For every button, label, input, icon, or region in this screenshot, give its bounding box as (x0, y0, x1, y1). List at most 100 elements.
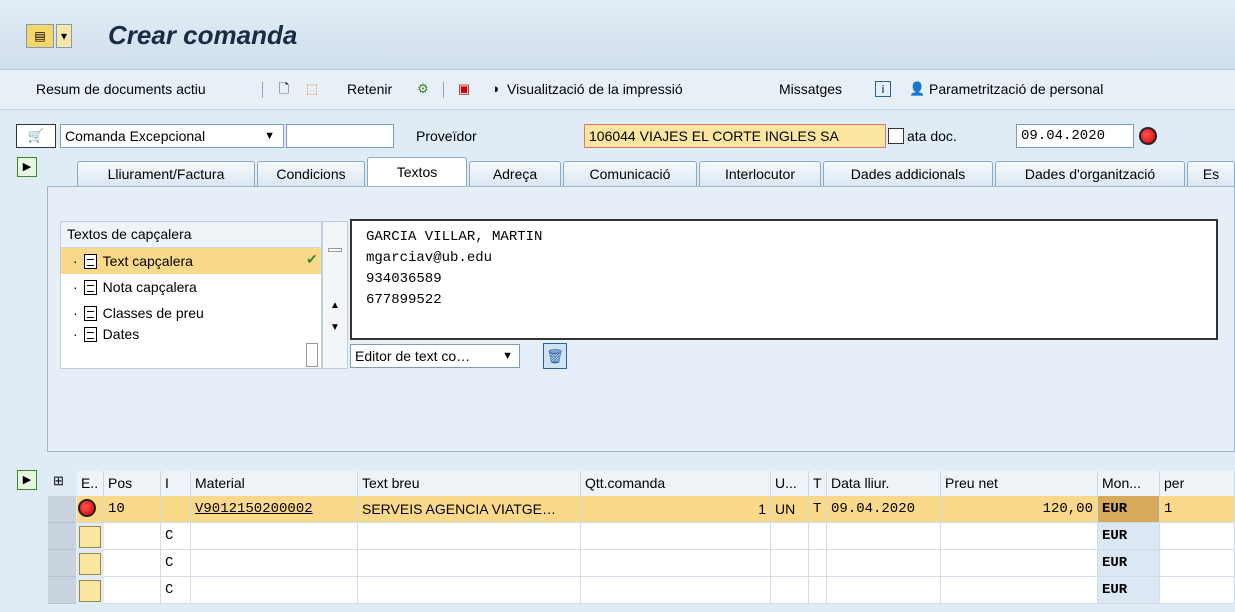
document-date-field[interactable]: 09.04.2020 (1016, 124, 1134, 148)
new-document-icon[interactable]: 🗋 (276, 81, 292, 97)
table-cell-qty[interactable] (581, 523, 771, 550)
table-cell-pos[interactable] (104, 523, 161, 550)
document-number-field[interactable] (286, 124, 394, 148)
tab-delivery-invoice[interactable]: Lliurament/Factura (77, 161, 255, 187)
table-cell-material[interactable] (191, 550, 358, 577)
col-header-pos[interactable]: Pos (104, 471, 161, 496)
table-cell-t[interactable] (809, 577, 827, 604)
row-selector[interactable] (48, 523, 76, 550)
tab-texts[interactable]: Textos (367, 157, 467, 187)
table-cell-material[interactable] (191, 577, 358, 604)
table-cell-t[interactable] (809, 550, 827, 577)
table-cell-material[interactable] (191, 523, 358, 550)
table-cell-net-price[interactable]: 120,00 (941, 496, 1098, 523)
row-selector[interactable] (48, 577, 76, 604)
tree-item-header-text[interactable]: · Text capçalera (61, 248, 321, 274)
tab-conditions[interactable]: Condicions (257, 161, 365, 187)
table-cell-pos[interactable] (104, 550, 161, 577)
table-cell-net-price[interactable] (941, 550, 1098, 577)
tab-partners[interactable]: Interlocutor (699, 161, 821, 187)
table-cell-qty[interactable] (581, 550, 771, 577)
table-cell-per[interactable]: 1 (1160, 496, 1235, 523)
expand-items-icon[interactable]: ▶ (17, 470, 37, 490)
scroll-thumb[interactable] (328, 248, 342, 252)
table-cell-unit[interactable] (771, 523, 809, 550)
personal-settings-icon[interactable]: ▣ (456, 81, 472, 97)
text-editor[interactable]: GARCIA VILLAR, MARTIN mgarciav@ub.edu 93… (350, 219, 1218, 340)
vendor-field[interactable]: 106044 VIAJES EL CORTE INGLES SA (584, 124, 886, 148)
table-cell-delivery-date[interactable] (827, 577, 941, 604)
table-cell-i[interactable]: C (161, 577, 191, 604)
row-selector[interactable] (48, 550, 76, 577)
col-header-currency[interactable]: Mon... (1098, 471, 1160, 496)
grid-config-icon[interactable]: ⊞ (53, 473, 64, 489)
tab-address[interactable]: Adreça (469, 161, 561, 187)
col-header-i[interactable]: I (161, 471, 191, 496)
table-cell-unit[interactable] (771, 550, 809, 577)
table-cell-qty[interactable] (581, 577, 771, 604)
table-cell-pos[interactable]: 10 (104, 496, 161, 523)
info-icon[interactable]: i (875, 81, 891, 97)
table-cell-net-price[interactable] (941, 577, 1098, 604)
row-status-box[interactable] (79, 526, 101, 548)
table-cell-t[interactable]: T (809, 496, 827, 523)
table-cell-per[interactable] (1160, 577, 1235, 604)
messages-button[interactable]: Missatges (779, 81, 842, 97)
col-header-per[interactable]: per (1160, 471, 1235, 496)
table-cell-unit[interactable] (771, 577, 809, 604)
table-cell-short-text[interactable] (358, 577, 581, 604)
menu-dropdown-icon[interactable]: ▾ (56, 24, 72, 48)
table-cell-short-text[interactable] (358, 550, 581, 577)
trash-icon[interactable]: 🗑 (543, 343, 567, 369)
tree-scrollbar[interactable]: ▲ ▼ (322, 221, 348, 369)
col-header-e[interactable]: E.. (77, 471, 104, 496)
col-header-qty[interactable]: Qtt.comanda (581, 471, 771, 496)
table-cell-i[interactable]: C (161, 550, 191, 577)
col-header-delivery-date[interactable]: Data lliur. (827, 471, 941, 496)
col-header-short-text[interactable]: Text breu (358, 471, 581, 496)
tab-org-data[interactable]: Dades d'organització (995, 161, 1185, 187)
table-cell-per[interactable] (1160, 523, 1235, 550)
col-header-t[interactable]: T (809, 471, 827, 496)
editor-type-select[interactable]: Editor de text co… ▼ (350, 344, 520, 368)
table-cell-t[interactable] (809, 523, 827, 550)
copy-icon[interactable] (888, 128, 904, 144)
check-icon[interactable]: ⚙ (415, 81, 431, 97)
tree-item-header-note[interactable]: · Nota capçalera (61, 274, 321, 300)
table-cell-net-price[interactable] (941, 523, 1098, 550)
table-cell-i[interactable]: C (161, 523, 191, 550)
row-status-box[interactable] (79, 553, 101, 575)
row-selector[interactable] (48, 496, 76, 523)
table-cell-short-text[interactable] (358, 523, 581, 550)
sap-menu-icon[interactable]: ▤ (26, 24, 54, 48)
table-cell-delivery-date[interactable] (827, 550, 941, 577)
tree-item-dates[interactable]: · Dates (61, 326, 321, 342)
table-cell-delivery-date[interactable] (827, 523, 941, 550)
other-document-icon[interactable]: ⬚ (304, 81, 320, 97)
table-cell-qty[interactable]: 1 (581, 496, 771, 523)
personal-settings-button[interactable]: 👤 Parametrització de personal (909, 81, 1103, 97)
tab-additional-data[interactable]: Dades addicionals (823, 161, 993, 187)
row-status-box[interactable] (79, 580, 101, 602)
cart-icon[interactable]: 🛒 (16, 124, 56, 148)
tab-communication[interactable]: Comunicació (563, 161, 697, 187)
print-preview-button[interactable]: ◑ Visualització de la impressió (487, 81, 683, 97)
table-cell-currency[interactable]: EUR (1098, 523, 1160, 550)
scroll-up-icon[interactable]: ▲ (330, 300, 340, 311)
summary-button[interactable]: Resum de documents actiu (36, 81, 206, 97)
table-cell-material[interactable]: V9012150200002 (191, 496, 358, 523)
table-cell-short-text[interactable]: SERVEIS AGENCIA VIATGE… (358, 496, 581, 523)
col-header-material[interactable]: Material (191, 471, 358, 496)
col-header-unit[interactable]: U... (771, 471, 809, 496)
table-cell-currency[interactable]: EUR (1098, 496, 1160, 523)
order-type-select[interactable]: Comanda Excepcional ▼ (60, 124, 284, 148)
table-cell-pos[interactable] (104, 577, 161, 604)
col-header-net-price[interactable]: Preu net (941, 471, 1098, 496)
hold-button[interactable]: Retenir (347, 81, 392, 97)
scroll-down-icon[interactable]: ▼ (330, 322, 340, 333)
table-cell-unit[interactable]: UN (771, 496, 809, 523)
table-cell-currency[interactable]: EUR (1098, 550, 1160, 577)
table-cell-i[interactable] (161, 496, 191, 523)
tree-item-price-classes[interactable]: · Classes de preu (61, 300, 321, 326)
table-cell-delivery-date[interactable]: 09.04.2020 (827, 496, 941, 523)
